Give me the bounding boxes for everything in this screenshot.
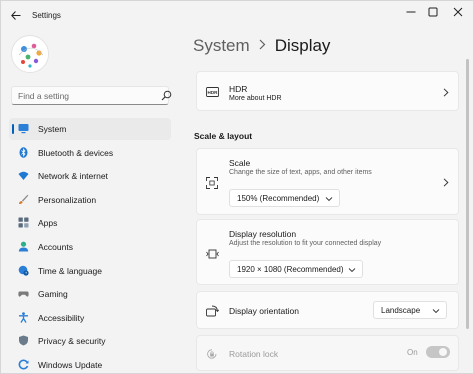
toggle-knob [439, 348, 447, 356]
chevron-right-icon [441, 87, 451, 97]
maximize-button[interactable] [422, 4, 444, 20]
hdr-more-link[interactable]: More about HDR [229, 95, 282, 102]
brush-icon [18, 194, 29, 205]
window-title: Settings [32, 11, 61, 20]
sidebar-item-network[interactable]: Network & internet [9, 165, 171, 187]
sidebar-item-label: Accounts [38, 241, 73, 252]
sidebar-item-label: Time & language [38, 265, 102, 276]
chevron-down-icon [432, 309, 440, 314]
scale-dropdown[interactable]: 150% (Recommended) [229, 189, 340, 207]
scrollbar[interactable] [466, 59, 470, 371]
rotation-lock-title: Rotation lock [229, 349, 279, 359]
hdr-title: HDR [229, 84, 248, 94]
chevron-down-icon [325, 197, 333, 202]
back-button[interactable] [7, 6, 25, 24]
sidebar-item-time-language[interactable]: Time & language [9, 260, 171, 282]
settings-window: Settings Find a setting System Bluetooth… [0, 0, 474, 374]
accessibility-icon [18, 311, 29, 323]
sidebar-item-label: Accessibility [38, 312, 85, 323]
sidebar-item-bluetooth[interactable]: Bluetooth & devices [9, 142, 171, 164]
resolution-dropdown[interactable]: 1920 × 1080 (Recommended) [229, 260, 363, 278]
bluetooth-icon [18, 146, 29, 158]
rotation-lock-card: Rotation lock On [196, 335, 459, 371]
maximize-icon [428, 7, 438, 17]
resolution-dropdown-value: 1920 × 1080 (Recommended) [237, 264, 344, 274]
breadcrumb: System Display [193, 35, 330, 57]
sidebar-item-accounts[interactable]: Accounts [9, 236, 171, 258]
rotation-lock-icon [205, 347, 219, 361]
sidebar-item-label: Windows Update [38, 359, 103, 370]
sidebar-item-apps[interactable]: Apps [9, 212, 171, 234]
scale-dropdown-value: 150% (Recommended) [237, 193, 320, 203]
close-button[interactable] [447, 4, 469, 20]
back-arrow-icon [11, 10, 21, 20]
sidebar-item-accessibility[interactable]: Accessibility [9, 307, 171, 329]
scale-card[interactable]: Scale Change the size of text, apps, and… [196, 148, 459, 215]
rotation-lock-toggle[interactable] [426, 346, 450, 358]
orientation-title: Display orientation [229, 306, 299, 316]
update-icon [18, 359, 29, 370]
apps-icon [18, 217, 29, 228]
search-box[interactable] [11, 86, 172, 105]
sidebar-item-personalization[interactable]: Personalization [9, 189, 171, 211]
resolution-title: Display resolution [229, 229, 297, 239]
section-heading: Scale & layout [194, 131, 253, 141]
svg-text:HDR: HDR [207, 90, 218, 95]
rotation-lock-state: On [407, 348, 418, 357]
scale-subtitle: Change the size of text, apps, and other… [229, 169, 372, 176]
resolution-subtitle: Adjust the resolution to fit your connec… [229, 240, 382, 247]
search-icon[interactable] [161, 90, 172, 101]
orientation-dropdown[interactable]: Landscape [373, 301, 447, 319]
resolution-card: Display resolution Adjust the resolution… [196, 219, 459, 285]
search-input[interactable] [18, 89, 148, 103]
page-title: Display [274, 36, 331, 55]
controller-icon [18, 288, 29, 299]
scale-title: Scale [229, 158, 251, 168]
sidebar-item-privacy-security[interactable]: Privacy & security [9, 330, 171, 352]
globe-clock-icon [18, 265, 29, 276]
sidebar-item-label: Gaming [38, 289, 68, 300]
scrollbar-thumb[interactable] [466, 59, 469, 329]
hdr-card[interactable]: HDR HDR More about HDR [196, 71, 459, 111]
sidebar-item-label: System [38, 124, 67, 134]
monitor-icon [18, 123, 29, 134]
resolution-icon [205, 247, 219, 261]
sidebar-item-label: Personalization [38, 194, 97, 205]
minimize-button[interactable] [400, 4, 422, 20]
sidebar-nav: System Bluetooth & devices Network & int… [9, 118, 171, 374]
chevron-right-icon[interactable] [441, 177, 451, 187]
wifi-icon [18, 170, 29, 181]
title-bar: Settings [1, 1, 474, 29]
breadcrumb-parent[interactable]: System [193, 36, 250, 56]
orientation-dropdown-value: Landscape [381, 305, 421, 315]
sidebar-item-system[interactable]: System [9, 118, 171, 140]
chevron-down-icon [348, 268, 356, 273]
sidebar-item-label: Apps [38, 218, 58, 229]
avatar[interactable] [11, 35, 49, 73]
shield-icon [18, 335, 29, 346]
sidebar-item-label: Bluetooth & devices [38, 147, 114, 158]
orientation-icon [205, 304, 219, 318]
minimize-icon [406, 11, 416, 13]
sidebar-item-gaming[interactable]: Gaming [9, 283, 171, 305]
orientation-card: Display orientation Landscape [196, 291, 459, 329]
sidebar-item-windows-update[interactable]: Windows Update [9, 354, 171, 374]
chevron-right-icon [259, 39, 266, 53]
close-icon [453, 7, 463, 17]
sidebar-item-label: Network & internet [38, 171, 108, 182]
avatar-picture-icon [13, 37, 48, 72]
sidebar-item-label: Privacy & security [38, 336, 106, 347]
scale-icon [205, 176, 219, 190]
person-icon [18, 241, 29, 252]
hdr-icon: HDR [205, 85, 219, 99]
